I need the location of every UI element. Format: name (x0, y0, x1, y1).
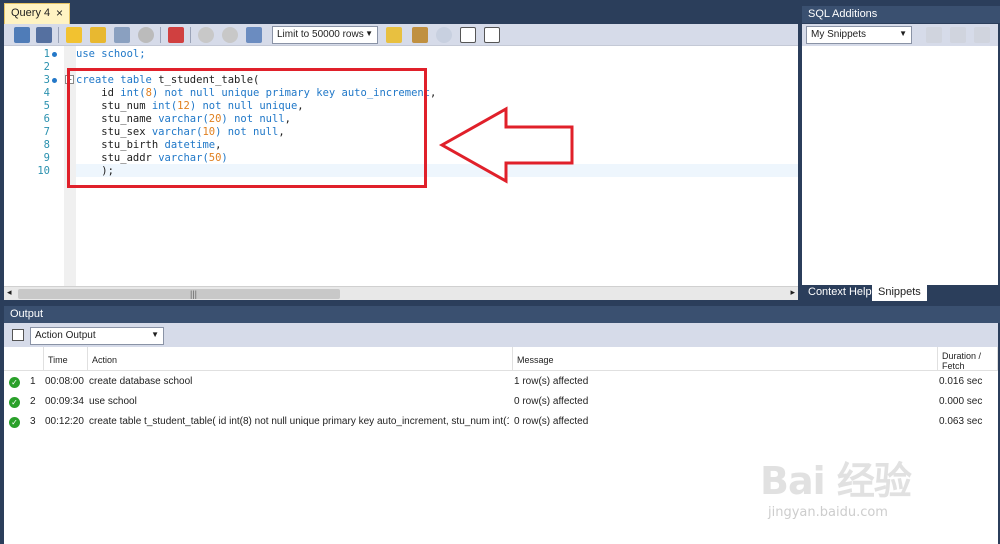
line-number: 10 (37, 165, 50, 177)
row-time: 00:12:20 (45, 416, 84, 427)
row-duration: 0.063 sec (939, 416, 983, 427)
replace-snippet-icon[interactable] (950, 27, 966, 43)
copy-icon[interactable] (12, 329, 24, 341)
success-check-icon: ✓ (9, 397, 20, 408)
autocommit-icon[interactable] (246, 27, 262, 43)
chevron-down-icon: ▼ (899, 29, 907, 38)
document-tab-strip: Query 4 × (0, 0, 800, 24)
line-number: 7 (43, 126, 50, 138)
toolbar-separator (190, 27, 191, 43)
tab-context-help[interactable]: Context Help (802, 285, 878, 301)
snippets-select[interactable]: My Snippets ▼ (806, 26, 912, 44)
tab-snippets[interactable]: Snippets (872, 285, 927, 301)
toggle-error-icon[interactable] (168, 27, 184, 43)
chevron-down-icon: ▼ (365, 29, 373, 38)
table-row[interactable]: ✓ 1 00:08:00 create database school 1 row(s)… (4, 372, 998, 392)
tab-close-icon[interactable]: × (56, 6, 63, 20)
scrollbar-thumb[interactable]: ||| (18, 289, 340, 299)
watermark-url: jingyan.baidu.com (768, 505, 888, 520)
statement-marker-icon (52, 52, 57, 57)
row-time: 00:08:00 (45, 376, 84, 387)
header-action[interactable]: Action (88, 347, 513, 371)
header-status (4, 347, 44, 371)
open-file-icon[interactable] (14, 27, 30, 43)
code-line[interactable]: use school; (76, 48, 146, 60)
table-row[interactable]: ✓ 3 00:12:20 create table t_student_table( … (4, 412, 998, 432)
success-check-icon: ✓ (9, 377, 20, 388)
line-number: 1 (43, 48, 50, 60)
beautify-icon[interactable] (412, 27, 428, 43)
row-number: 1 (30, 376, 36, 387)
row-message: 1 row(s) affected (514, 376, 589, 387)
save-icon[interactable] (36, 27, 52, 43)
line-number: 9 (43, 152, 50, 164)
line-number: 3 (43, 74, 50, 86)
scroll-right-icon[interactable]: ▸ (790, 287, 795, 298)
editor-toolbar: Limit to 50000 rows ▼ (4, 24, 798, 46)
header-duration[interactable]: Duration / Fetch (938, 347, 998, 371)
grip-icon: ||| (190, 289, 198, 299)
row-action: create database school (89, 376, 193, 387)
row-action: create table t_student_table( id int(8) … (89, 416, 509, 427)
row-message: 0 row(s) affected (514, 416, 589, 427)
row-message: 0 row(s) affected (514, 396, 589, 407)
rollback-icon[interactable] (222, 27, 238, 43)
wrap-lines-icon[interactable] (484, 27, 500, 43)
explain-icon[interactable] (114, 27, 130, 43)
line-number: 4 (43, 87, 50, 99)
output-type-select[interactable]: Action Output ▼ (30, 327, 164, 345)
limit-rows-select[interactable]: Limit to 50000 rows ▼ (272, 26, 378, 44)
header-message[interactable]: Message (513, 347, 938, 371)
limit-rows-value: Limit to 50000 rows (277, 29, 364, 40)
delete-snippet-icon[interactable] (974, 27, 990, 43)
annotation-highlight-box (67, 68, 427, 188)
table-row[interactable]: ✓ 2 00:09:34 use school 0 row(s) affected 0.0… (4, 392, 998, 412)
tab-title: Query 4 (11, 7, 51, 19)
row-time: 00:09:34 (45, 396, 84, 407)
stop-icon[interactable] (138, 27, 154, 43)
output-panel-title: Output (4, 306, 1000, 323)
line-number: 8 (43, 139, 50, 151)
row-duration: 0.000 sec (939, 396, 983, 407)
commit-icon[interactable] (198, 27, 214, 43)
sql-additions-panel: My Snippets ▼ (802, 24, 998, 286)
invisible-chars-icon[interactable] (460, 27, 476, 43)
toolbar-separator (160, 27, 161, 43)
line-number: 5 (43, 100, 50, 112)
chevron-down-icon: ▼ (151, 330, 159, 339)
row-number: 2 (30, 396, 36, 407)
editor-horizontal-scrollbar[interactable]: ◂ ||| ▸ (4, 286, 798, 300)
output-toolbar: Action Output ▼ (4, 323, 998, 347)
row-number: 3 (30, 416, 36, 427)
toolbar-separator (58, 27, 59, 43)
sql-additions-title: SQL Additions (802, 6, 1000, 23)
row-duration: 0.016 sec (939, 376, 983, 387)
watermark-logo: Bai 经验 (760, 459, 912, 503)
sql-additions-toolbar: My Snippets ▼ (802, 24, 998, 46)
insert-snippet-icon[interactable] (926, 27, 942, 43)
baidu-watermark: Bai 经验 jingyan.baidu.com (760, 450, 912, 520)
row-action: use school (89, 396, 137, 407)
execute-current-icon[interactable] (90, 27, 106, 43)
line-number: 6 (43, 113, 50, 125)
line-number-gutter: 1 2 3 4 5 6 7 8 9 10 (4, 46, 64, 286)
success-check-icon: ✓ (9, 417, 20, 428)
sql-additions-tabs: Context Help Snippets (802, 285, 998, 301)
snippets-select-value: My Snippets (811, 29, 867, 40)
find-icon[interactable] (436, 27, 452, 43)
annotation-arrow-icon (438, 106, 574, 184)
add-snippet-icon[interactable] (386, 27, 402, 43)
tab-query-4[interactable]: Query 4 × (4, 3, 70, 24)
scroll-left-icon[interactable]: ◂ (7, 287, 12, 298)
execute-icon[interactable] (66, 27, 82, 43)
line-number: 2 (43, 61, 50, 73)
output-type-value: Action Output (35, 330, 96, 341)
statement-marker-icon (52, 78, 57, 83)
header-time[interactable]: Time (44, 347, 88, 371)
